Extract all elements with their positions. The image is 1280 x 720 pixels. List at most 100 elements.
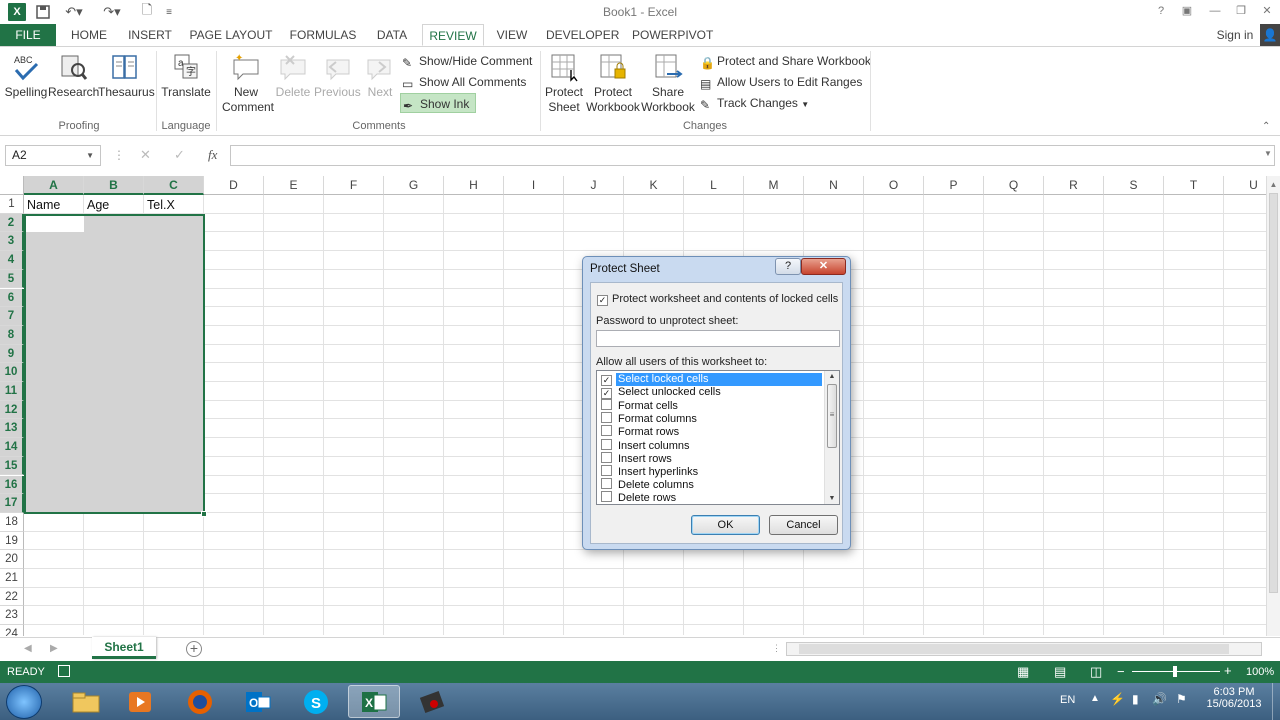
next-comment-button[interactable]: Next xyxy=(360,51,400,100)
scrollbar-thumb[interactable] xyxy=(1269,193,1278,593)
select-all-corner[interactable] xyxy=(0,176,24,195)
scroll-up-icon[interactable]: ▲ xyxy=(1267,180,1280,189)
skype-icon[interactable]: S xyxy=(290,685,342,718)
expand-formula-bar-icon[interactable]: ▼ xyxy=(1264,149,1272,158)
recorder-app-icon[interactable] xyxy=(406,685,458,718)
vertical-scrollbar[interactable]: ▲ xyxy=(1266,176,1280,636)
permission-option[interactable]: Insert rows xyxy=(601,451,823,465)
horizontal-scrollbar[interactable] xyxy=(786,642,1262,656)
row-header-11[interactable]: 11 xyxy=(0,382,24,401)
zoom-out-icon[interactable]: − xyxy=(1117,664,1125,679)
protect-share-workbook-button[interactable]: 🔒 Protect and Share Workbook xyxy=(700,51,871,71)
protect-workbook-button[interactable]: Protect Workbook xyxy=(586,51,640,115)
zoom-in-icon[interactable]: + xyxy=(1224,663,1232,678)
column-header-l[interactable]: L xyxy=(684,176,744,195)
row-header-8[interactable]: 8 xyxy=(0,325,24,345)
column-header-d[interactable]: D xyxy=(204,176,264,195)
normal-view-icon[interactable]: ▦ xyxy=(1017,664,1029,680)
clock[interactable]: 6:03 PM 15/06/2013 xyxy=(1200,686,1268,710)
tab-data[interactable]: DATA xyxy=(370,24,414,46)
thesaurus-button[interactable]: Thesaurus xyxy=(98,51,155,100)
fill-handle[interactable] xyxy=(201,511,207,517)
row-header-3[interactable]: 3 xyxy=(0,232,24,252)
collapse-ribbon-icon[interactable]: ⌃ xyxy=(1262,121,1270,132)
minimize-icon[interactable]: — xyxy=(1204,2,1226,20)
row-header-14[interactable]: 14 xyxy=(0,438,24,457)
row-header-18[interactable]: 18 xyxy=(0,512,24,532)
permission-option[interactable]: Format rows xyxy=(601,425,823,438)
protect-worksheet-checkbox[interactable]: ✓ Protect worksheet and contents of locke… xyxy=(597,293,838,306)
cell-a1[interactable]: Name xyxy=(24,196,60,214)
new-comment-button[interactable]: ✦ New Comment xyxy=(222,51,274,115)
sheet-tab-sheet1[interactable]: Sheet1 xyxy=(92,637,156,659)
row-header-17[interactable]: 17 xyxy=(0,494,24,513)
column-header-j[interactable]: J xyxy=(564,176,624,195)
scrollbar-thumb[interactable]: ≡ xyxy=(827,384,837,448)
volume-icon[interactable]: 🔊 xyxy=(1152,692,1167,706)
outlook-icon[interactable]: O xyxy=(232,685,284,718)
checkbox-icon[interactable]: ✓ xyxy=(601,388,612,400)
row-header-23[interactable]: 23 xyxy=(0,606,24,626)
tab-page-layout[interactable]: PAGE LAYOUT xyxy=(188,24,274,46)
checkbox-icon[interactable] xyxy=(601,412,612,424)
permission-option[interactable]: Format columns xyxy=(601,412,823,425)
zoom-level[interactable]: 100% xyxy=(1246,666,1274,678)
column-header-q[interactable]: Q xyxy=(984,176,1044,195)
column-header-p[interactable]: P xyxy=(924,176,984,195)
row-header-10[interactable]: 10 xyxy=(0,363,24,382)
row-header-2[interactable]: 2 xyxy=(0,213,24,233)
row-header-24[interactable]: 24 xyxy=(0,625,24,636)
row-header-6[interactable]: 6 xyxy=(0,288,24,308)
show-ink-button[interactable]: ✒ Show Ink xyxy=(400,93,477,113)
checkbox-icon[interactable]: ✓ xyxy=(601,375,612,386)
page-layout-view-icon[interactable]: ▤ xyxy=(1054,664,1066,680)
media-player-icon[interactable] xyxy=(114,685,166,718)
row-header-20[interactable]: 20 xyxy=(0,550,24,569)
spelling-button[interactable]: ABC Spelling xyxy=(4,51,48,100)
zoom-slider-thumb[interactable] xyxy=(1173,666,1177,677)
power-icon[interactable]: ⚡ xyxy=(1110,692,1125,706)
row-header-19[interactable]: 19 xyxy=(0,531,24,551)
tab-formulas[interactable]: FORMULAS xyxy=(288,24,358,46)
track-changes-button[interactable]: ✎ Track Changes ▼ xyxy=(700,93,809,113)
close-icon[interactable]: ✕ xyxy=(1256,2,1278,20)
page-break-view-icon[interactable]: ◫ xyxy=(1090,664,1102,680)
row-header-7[interactable]: 7 xyxy=(0,307,24,326)
share-workbook-button[interactable]: Share Workbook xyxy=(640,51,696,115)
active-cell[interactable] xyxy=(26,216,84,232)
insert-function-button[interactable]: fx xyxy=(208,147,217,163)
row-header-15[interactable]: 15 xyxy=(0,456,24,476)
checkbox-icon[interactable] xyxy=(601,399,612,411)
column-header-u[interactable]: U xyxy=(1224,176,1266,195)
permissions-list[interactable]: ✓ Select locked cells ✓ Select unlocked cel… xyxy=(596,370,840,505)
row-header-13[interactable]: 13 xyxy=(0,419,24,439)
ribbon-display-icon[interactable]: ▣ xyxy=(1176,2,1198,20)
delete-comment-button[interactable]: Delete xyxy=(272,51,314,100)
column-header-f[interactable]: F xyxy=(324,176,384,195)
restore-icon[interactable]: ❐ xyxy=(1230,2,1252,20)
chevron-down-icon[interactable]: ▼ xyxy=(86,146,94,165)
checkbox-icon[interactable] xyxy=(601,464,612,476)
cancel-entry-icon[interactable]: ✕ xyxy=(140,147,151,163)
list-scrollbar[interactable]: ▲ ≡ ▼ xyxy=(824,371,839,504)
column-header-h[interactable]: H xyxy=(444,176,504,195)
show-all-comments-button[interactable]: ▭ Show All Comments xyxy=(402,72,526,92)
row-header-5[interactable]: 5 xyxy=(0,269,24,289)
show-hide-comment-button[interactable]: ✎ Show/Hide Comment xyxy=(402,51,532,71)
network-icon[interactable]: ▮ xyxy=(1132,692,1139,706)
show-hidden-icons-icon[interactable]: ▲ xyxy=(1090,693,1100,704)
permission-option[interactable]: Insert hyperlinks xyxy=(601,464,823,478)
help-icon[interactable]: ? xyxy=(1150,2,1172,20)
confirm-entry-icon[interactable]: ✓ xyxy=(174,147,185,163)
column-header-k[interactable]: K xyxy=(624,176,684,195)
password-input[interactable] xyxy=(596,330,840,347)
cancel-button[interactable]: Cancel xyxy=(769,515,838,535)
column-header-o[interactable]: O xyxy=(864,176,924,195)
prev-sheet-icon[interactable]: ◀ xyxy=(24,643,32,654)
row-header-12[interactable]: 12 xyxy=(0,400,24,420)
row-header-4[interactable]: 4 xyxy=(0,251,24,270)
selected-range[interactable] xyxy=(24,214,205,514)
sign-in-link[interactable]: Sign in xyxy=(1210,24,1260,46)
column-header-t[interactable]: T xyxy=(1164,176,1224,195)
tab-review[interactable]: REVIEW xyxy=(422,24,484,46)
